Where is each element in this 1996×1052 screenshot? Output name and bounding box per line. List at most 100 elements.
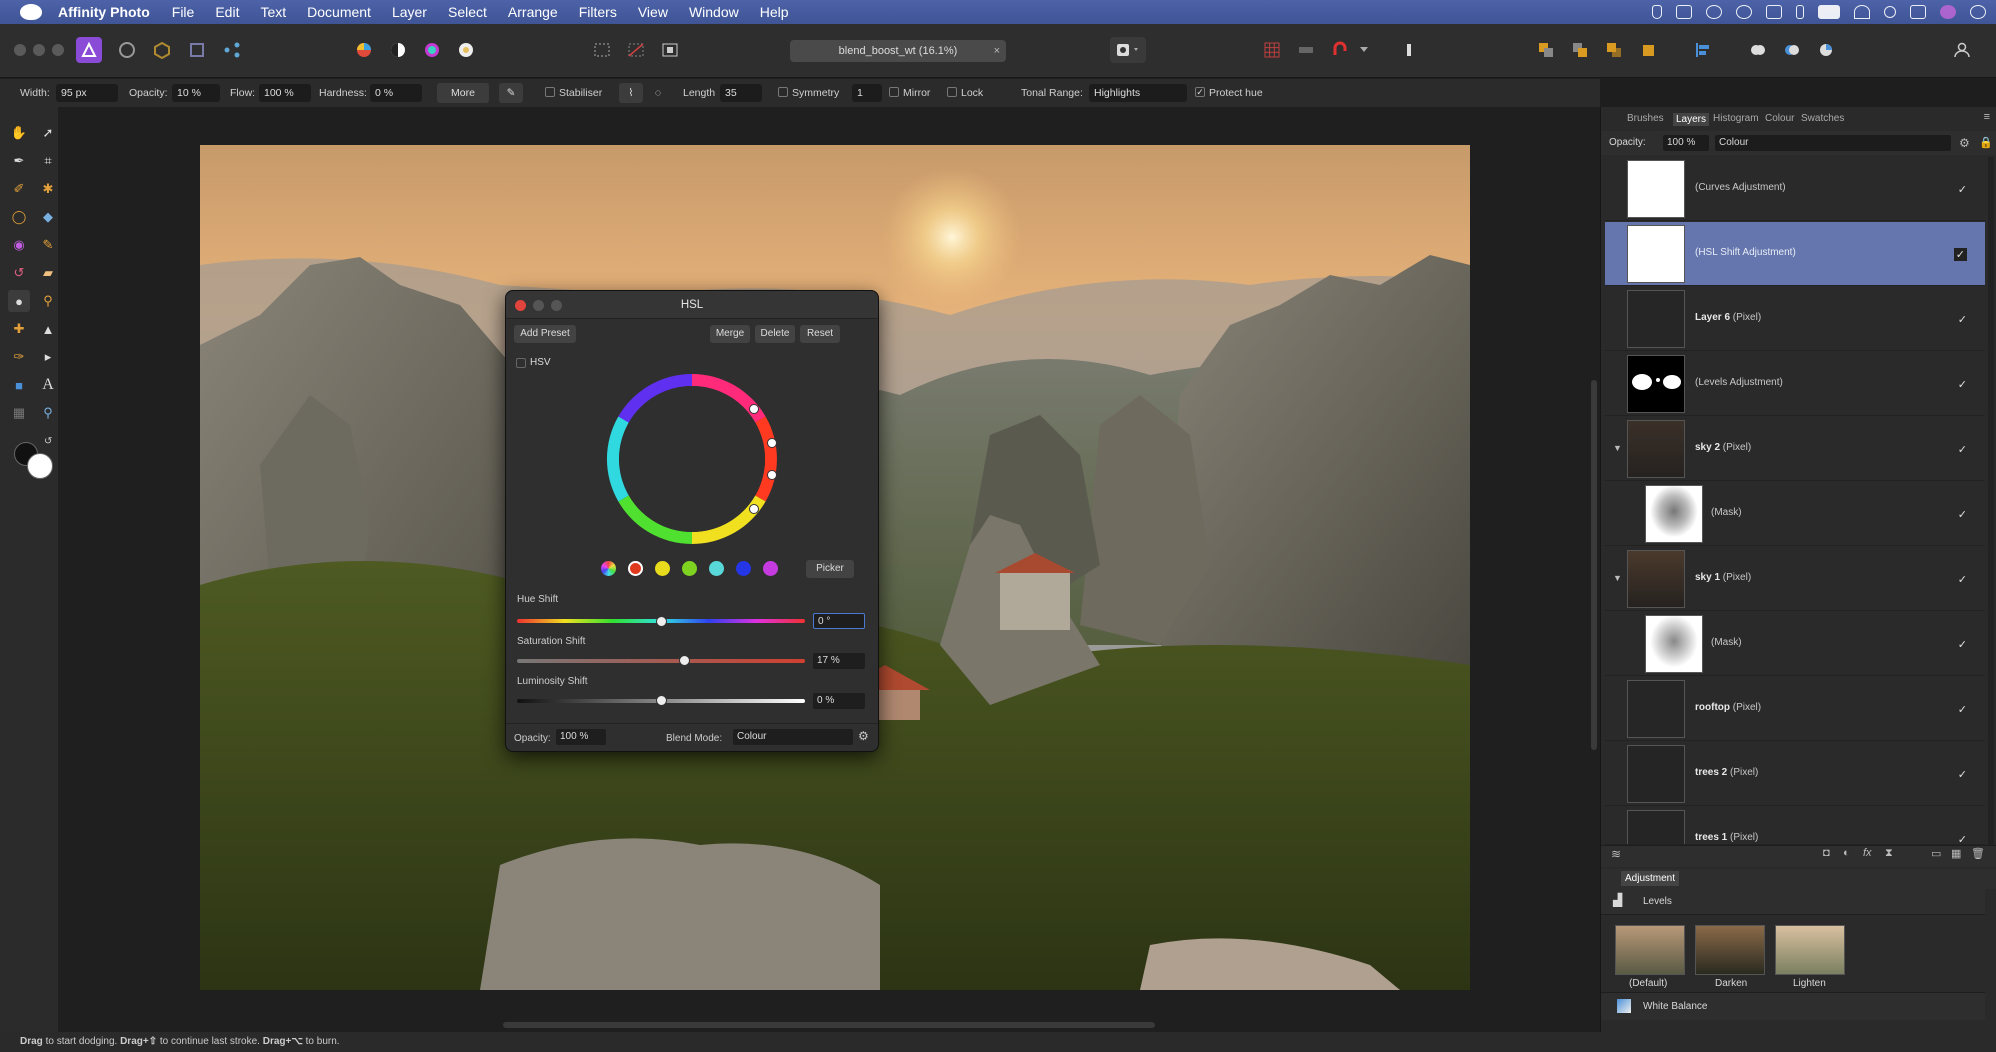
protect-hue-checkbox[interactable]: ✓ <box>1195 87 1205 97</box>
brush-icon[interactable]: ✎ <box>37 234 59 256</box>
cyan-swatch[interactable] <box>709 561 724 576</box>
arrange-backward-icon[interactable] <box>1567 37 1593 63</box>
adjustment-layer-icon[interactable]: ◐ <box>1843 847 1850 859</box>
layer-visibility-checkbox[interactable]: ✓ <box>1958 703 1967 716</box>
preset-darken-thumb[interactable] <box>1695 925 1765 975</box>
canvas-horizontal-scrollbar[interactable] <box>503 1022 1155 1028</box>
hsl-zoom-button[interactable] <box>551 300 562 311</box>
mirror-checkbox[interactable] <box>889 87 899 97</box>
auto-levels-icon[interactable] <box>351 37 377 63</box>
assistant-icon[interactable] <box>1293 37 1319 63</box>
tone-mapping-persona-icon[interactable] <box>184 37 210 63</box>
layers-opacity-field[interactable]: 100 % <box>1663 135 1709 151</box>
mask-layer-icon[interactable]: ◘ <box>1823 847 1830 859</box>
opacity-field[interactable]: 10 % <box>172 84 220 102</box>
zoom-tool-icon[interactable]: ⚲ <box>37 402 59 424</box>
length-field[interactable]: 35 <box>720 84 762 102</box>
view-tool-icon[interactable]: ✋ <box>8 122 30 144</box>
colour-wheel[interactable] <box>602 369 782 549</box>
preset-default-thumb[interactable] <box>1615 925 1685 975</box>
rectangle-tool-icon[interactable]: ■ <box>8 374 30 396</box>
layer-visibility-checkbox[interactable]: ✓ <box>1958 573 1967 586</box>
snapping-icon[interactable] <box>1327 37 1353 63</box>
layer-visibility-checkbox[interactable]: ✓ <box>1958 508 1967 521</box>
menu-help[interactable]: Help <box>760 4 789 20</box>
gear-icon[interactable]: ⚙ <box>858 729 869 743</box>
hardness-field[interactable]: 0 % <box>370 84 422 102</box>
layer-row-mask-2[interactable]: (Mask) ✓ <box>1605 612 1985 676</box>
expand-chevron-icon[interactable]: ▼ <box>1613 443 1622 453</box>
rope-mode-icon[interactable]: ⌇ <box>619 83 643 103</box>
live-filter-icon[interactable]: ⧗ <box>1885 847 1893 860</box>
menu-layer[interactable]: Layer <box>392 4 427 20</box>
grid-icon[interactable] <box>1259 37 1285 63</box>
stabiliser-checkbox[interactable] <box>545 87 555 97</box>
layer-settings-gear-icon[interactable]: ⚙ <box>1959 136 1970 150</box>
menu-arrange[interactable]: Arrange <box>508 4 558 20</box>
saturation-shift-field[interactable]: 17 % <box>813 653 865 669</box>
pen-tool-icon[interactable]: ✑ <box>8 346 30 368</box>
add-preset-button[interactable]: Add Preset <box>514 325 576 343</box>
merge-button[interactable]: Merge <box>710 325 750 343</box>
tab-histogram[interactable]: Histogram <box>1713 113 1759 124</box>
battery-icon[interactable] <box>1818 5 1840 19</box>
layer-row-rooftop[interactable]: rooftop (Pixel) ✓ <box>1605 677 1985 741</box>
hue-shift-field[interactable]: 0 ° <box>813 613 865 629</box>
symmetry-field[interactable]: 1 <box>852 84 882 102</box>
tab-colour[interactable]: Colour <box>1765 113 1794 124</box>
magenta-swatch[interactable] <box>763 561 778 576</box>
blur-brush-icon[interactable]: ▲ <box>37 318 59 340</box>
blue-swatch[interactable] <box>736 561 751 576</box>
align-icon[interactable] <box>1690 37 1716 63</box>
luminosity-shift-knob[interactable] <box>656 695 667 706</box>
menu-file[interactable]: File <box>172 4 195 20</box>
preset-lighten-thumb[interactable] <box>1775 925 1845 975</box>
colour-picker-tool-icon[interactable]: ✒ <box>8 150 30 172</box>
reset-button[interactable]: Reset <box>800 325 840 343</box>
layer-row-layer-6[interactable]: Layer 6 (Pixel) ✓ <box>1605 287 1985 351</box>
apple-icon[interactable] <box>20 4 42 20</box>
move-tool-icon[interactable]: ➚ <box>37 122 59 144</box>
symmetry-checkbox[interactable] <box>778 87 788 97</box>
flood-fill-icon[interactable]: ◆ <box>37 206 59 228</box>
auto-white-balance-icon[interactable] <box>453 37 479 63</box>
node-tool-icon[interactable]: ▸ <box>37 346 59 368</box>
saturation-shift-slider[interactable] <box>517 659 805 663</box>
export-persona-icon[interactable] <box>219 37 245 63</box>
yellow-swatch[interactable] <box>655 561 670 576</box>
trash-icon[interactable]: 🗑 <box>1971 847 1985 860</box>
subtract-boolean-icon[interactable] <box>1779 37 1805 63</box>
erase-brush-icon[interactable]: ▰ <box>37 262 59 284</box>
menu-window[interactable]: Window <box>689 4 739 20</box>
arrange-forward-icon[interactable] <box>1601 37 1627 63</box>
layer-row-trees-2[interactable]: trees 2 (Pixel) ✓ <box>1605 742 1985 806</box>
auto-colours-icon[interactable] <box>419 37 445 63</box>
layer-visibility-checkbox[interactable]: ✓ <box>1958 443 1967 456</box>
saturation-shift-knob[interactable] <box>679 655 691 666</box>
layer-visibility-checkbox[interactable]: ✓ <box>1958 638 1967 651</box>
lock-checkbox[interactable] <box>947 87 957 97</box>
window-minimize-button[interactable] <box>33 44 45 56</box>
layer-row-sky-2[interactable]: ▼ sky 2 (Pixel) ✓ <box>1605 417 1985 481</box>
notification-icon[interactable] <box>1970 5 1986 19</box>
hsl-minimize-button[interactable] <box>533 300 544 311</box>
freehand-selection-icon[interactable]: ◯ <box>8 206 30 228</box>
mesh-warp-icon[interactable]: ▦ <box>8 402 30 424</box>
time-machine-icon[interactable] <box>1706 5 1722 19</box>
tonal-range-select[interactable]: Highlights <box>1089 84 1187 102</box>
master-swatch[interactable] <box>601 561 616 576</box>
wifi-icon[interactable] <box>1854 5 1870 19</box>
layer-row-sky-1[interactable]: ▼ sky 1 (Pixel) ✓ <box>1605 547 1985 611</box>
liquify-persona-icon[interactable] <box>114 37 140 63</box>
tab-adjustment[interactable]: Adjustment <box>1621 871 1680 886</box>
layer-row-mask-1[interactable]: (Mask) ✓ <box>1605 482 1985 546</box>
context-help-icon[interactable] <box>1396 37 1422 63</box>
text-tool-icon[interactable]: A <box>37 374 59 396</box>
red-swatch[interactable] <box>628 561 643 576</box>
paint-brush-icon[interactable]: ◉ <box>8 234 30 256</box>
shield-icon[interactable] <box>1652 5 1662 19</box>
group-folder-icon[interactable]: ▭ <box>1931 847 1941 860</box>
delete-button[interactable]: Delete <box>755 325 795 343</box>
hsv-checkbox[interactable] <box>516 358 526 368</box>
account-icon[interactable] <box>1949 37 1975 63</box>
